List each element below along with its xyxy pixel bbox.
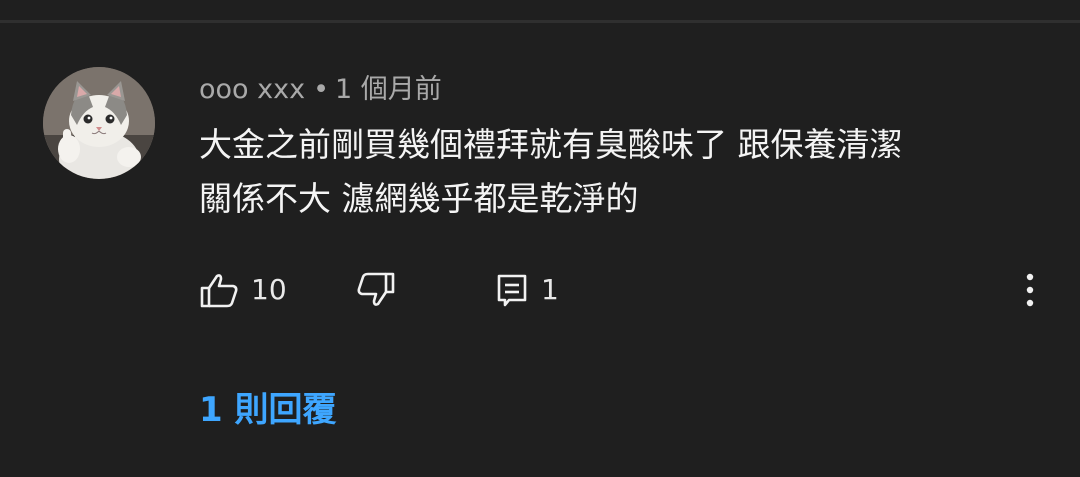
comment-text: 大金之前剛買幾個禮拜就有臭酸味了 跟保養清潔 關係不大 濾網幾乎都是乾淨的 — [199, 118, 1049, 226]
reply-count: 1 — [541, 273, 559, 306]
comment-actions: 10 1 — [0, 265, 1080, 315]
dislike-button[interactable] — [352, 265, 396, 315]
comment-line: 關係不大 濾網幾乎都是乾淨的 — [199, 179, 639, 218]
like-count: 10 — [251, 273, 287, 306]
comment-item: ooo xxx • 1 個月前 大金之前剛買幾個禮拜就有臭酸味了 跟保養清潔 關係不… — [0, 0, 1080, 477]
avatar[interactable] — [43, 67, 155, 179]
comment-time: 1 個月前 — [335, 74, 442, 105]
reply-button[interactable]: 1 — [495, 265, 559, 315]
comment-icon — [497, 274, 527, 307]
comment-line: 大金之前剛買幾個禮拜就有臭酸味了 跟保養清潔 — [199, 125, 903, 164]
author-name[interactable]: ooo xxx — [199, 74, 305, 105]
like-button[interactable]: 10 — [199, 265, 287, 315]
thumb-up-icon — [200, 274, 238, 308]
more-options-button[interactable] — [1018, 265, 1042, 315]
thumb-down-icon — [357, 272, 395, 306]
comment-meta: ooo xxx • 1 個月前 — [199, 70, 442, 110]
view-replies-link[interactable]: 1 則回覆 — [199, 385, 337, 435]
cat-avatar-icon — [43, 67, 155, 179]
more-vert-icon — [1026, 273, 1034, 307]
meta-separator: • — [313, 74, 330, 105]
